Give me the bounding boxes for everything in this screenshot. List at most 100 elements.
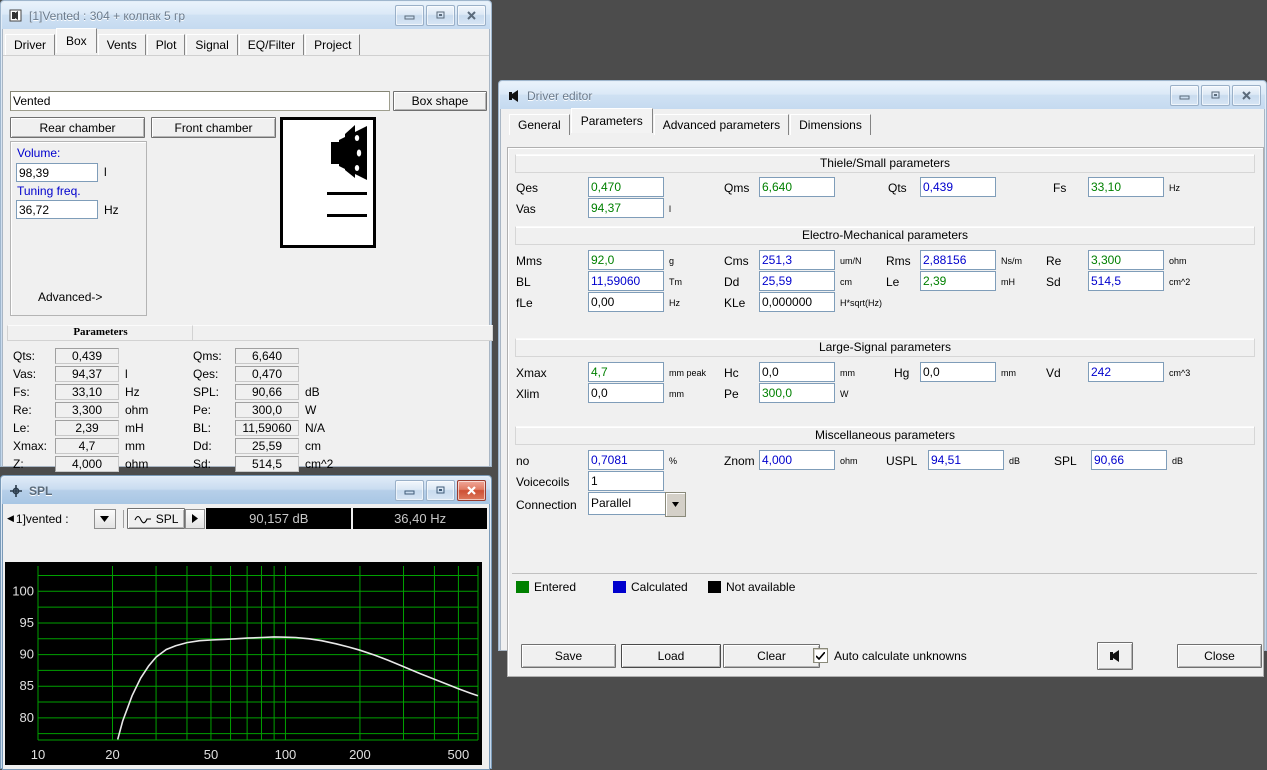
- volume-input[interactable]: 98,39: [16, 163, 98, 182]
- tab-plot[interactable]: Plot: [146, 34, 186, 55]
- spl-window-controls[interactable]: [395, 480, 488, 501]
- input-mms[interactable]: 92,0: [588, 250, 664, 270]
- input-znom[interactable]: 4,000: [759, 450, 835, 470]
- driver-close-button[interactable]: [1232, 85, 1261, 106]
- input-spl[interactable]: 90,66: [1091, 450, 1167, 470]
- driver-editor-controls[interactable]: [1170, 85, 1263, 106]
- tab-parameters[interactable]: Parameters: [570, 108, 653, 133]
- advanced-link[interactable]: Advanced->: [38, 290, 102, 304]
- input-rms[interactable]: 2,88156: [920, 250, 996, 270]
- input-fle[interactable]: 0,00: [588, 292, 664, 312]
- label-znom: Znom: [724, 454, 755, 468]
- spl-chart[interactable]: 80 85 90 95 100 10 20 50 100 200 500: [5, 562, 482, 765]
- tab-box[interactable]: Box: [56, 28, 97, 53]
- plot-type-button[interactable]: SPL: [126, 508, 186, 529]
- clear-button[interactable]: Clear: [723, 644, 820, 668]
- front-chamber-button[interactable]: Front chamber: [151, 117, 276, 138]
- tab-divider: [3, 55, 489, 56]
- driver-minimize-button[interactable]: [1170, 85, 1199, 106]
- input-kle[interactable]: 0,000000: [759, 292, 835, 312]
- crosshair-icon: [8, 483, 23, 498]
- close-editor-button[interactable]: Close: [1177, 644, 1262, 668]
- tab-signal[interactable]: Signal: [186, 34, 238, 55]
- tuning-freq-unit: Hz: [104, 203, 119, 217]
- connection-dropdown-arrow-icon[interactable]: [665, 492, 686, 517]
- tab-general[interactable]: General: [509, 114, 570, 135]
- maximize-button[interactable]: [426, 5, 455, 26]
- param-unit-z: ohm: [125, 456, 149, 471]
- input-hc[interactable]: 0,0: [759, 362, 835, 382]
- input-qes[interactable]: 0,470: [588, 177, 664, 197]
- driver-editor-title: Driver editor: [527, 88, 593, 103]
- input-dd[interactable]: 25,59: [759, 271, 835, 291]
- input-cms[interactable]: 251,3: [759, 250, 835, 270]
- label-sd: Sd: [1046, 275, 1061, 289]
- spl-maximize-button[interactable]: [426, 480, 455, 501]
- driver-preview-button[interactable]: [1097, 642, 1133, 670]
- input-vd[interactable]: 242: [1088, 362, 1164, 382]
- spl-plot-window[interactable]: SPL ◀ 1]vented : SPL 90,157 dB 36,40 Hz …: [0, 475, 492, 770]
- box-shape-button[interactable]: Box shape: [393, 91, 487, 111]
- tab-project[interactable]: Project: [305, 34, 361, 55]
- input-voicecoils[interactable]: 1: [588, 471, 664, 491]
- svg-text:200: 200: [349, 747, 371, 762]
- input-xlim[interactable]: 0,0: [588, 383, 664, 403]
- tab-vents[interactable]: Vents: [97, 34, 146, 55]
- prev-curve-icon[interactable]: ◀: [7, 513, 14, 524]
- save-button[interactable]: Save: [521, 644, 616, 668]
- label-xlim: Xlim: [516, 387, 540, 401]
- input-xmax[interactable]: 4,7: [588, 362, 664, 382]
- tuning-freq-input[interactable]: 36,72: [16, 200, 98, 219]
- driver-editor-window[interactable]: Driver editor General Parameters Advance…: [498, 80, 1267, 677]
- driver-editor-titlebar[interactable]: Driver editor: [500, 82, 1265, 109]
- input-fs[interactable]: 33,10: [1088, 177, 1164, 197]
- unit-hg: mm: [1001, 368, 1016, 378]
- connection-value[interactable]: Parallel: [588, 492, 665, 515]
- box-name-input[interactable]: Vented: [10, 91, 390, 111]
- tab-dimensions[interactable]: Dimensions: [790, 114, 871, 135]
- curve-dropdown-button[interactable]: [93, 508, 116, 529]
- driver-parameters-group: Parameters Qts: 0,439 Vas: 94,37 l Fs: 3…: [7, 325, 493, 490]
- close-button[interactable]: [457, 5, 486, 26]
- unit-cms: um/N: [840, 256, 862, 266]
- waveform-icon: [134, 515, 151, 524]
- input-vas[interactable]: 94,37: [588, 198, 664, 218]
- box-design-window[interactable]: [1]Vented : 304 + колпак 5 гр Driver Box…: [0, 0, 493, 472]
- input-re[interactable]: 3,300: [1088, 250, 1164, 270]
- main-tabstrip[interactable]: Driver Box Vents Plot Signal EQ/Filter P…: [3, 28, 489, 55]
- param-value-qts: 0,439: [55, 347, 119, 364]
- rear-chamber-button[interactable]: Rear chamber: [10, 117, 145, 138]
- input-uspl[interactable]: 94,51: [928, 450, 1004, 470]
- input-no[interactable]: 0,7081: [588, 450, 664, 470]
- driver-editor-tabstrip[interactable]: General Parameters Advanced parameters D…: [501, 108, 1264, 135]
- curve-selector-label[interactable]: 1]vented :: [16, 509, 94, 529]
- next-plot-type-button[interactable]: [185, 508, 206, 529]
- auto-calculate-checkbox[interactable]: [813, 648, 828, 663]
- spl-window-titlebar[interactable]: SPL: [2, 477, 490, 504]
- input-bl[interactable]: 11,59060: [588, 271, 664, 291]
- label-pe: Pe: [724, 387, 739, 401]
- tab-eq-filter[interactable]: EQ/Filter: [238, 34, 305, 55]
- tab-driver[interactable]: Driver: [5, 34, 55, 55]
- minimize-button[interactable]: [395, 5, 424, 26]
- param-unit-spl: dB: [305, 384, 320, 399]
- driver-maximize-button[interactable]: [1201, 85, 1230, 106]
- input-qts[interactable]: 0,439: [920, 177, 996, 197]
- input-qms[interactable]: 6,640: [759, 177, 835, 197]
- svg-text:100: 100: [12, 583, 34, 598]
- input-hg[interactable]: 0,0: [920, 362, 996, 382]
- input-pe[interactable]: 300,0: [759, 383, 835, 403]
- input-le[interactable]: 2,39: [920, 271, 996, 291]
- label-kle: KLe: [724, 296, 746, 310]
- auto-calculate-checkbox-row[interactable]: Auto calculate unknowns: [813, 648, 967, 663]
- spl-close-button[interactable]: [457, 480, 486, 501]
- spl-minimize-button[interactable]: [395, 480, 424, 501]
- main-window-titlebar[interactable]: [1]Vented : 304 + колпак 5 гр: [2, 2, 490, 29]
- main-window-controls[interactable]: [395, 5, 488, 26]
- legend-not-available-label: Not available: [726, 580, 796, 594]
- tab-advanced-parameters[interactable]: Advanced parameters: [653, 114, 790, 135]
- spl-toolbar[interactable]: ◀ 1]vented : SPL 90,157 dB 36,40 Hz: [3, 504, 489, 531]
- load-button[interactable]: Load: [621, 644, 721, 668]
- connection-select[interactable]: Parallel: [588, 492, 686, 517]
- input-sd[interactable]: 514,5: [1088, 271, 1164, 291]
